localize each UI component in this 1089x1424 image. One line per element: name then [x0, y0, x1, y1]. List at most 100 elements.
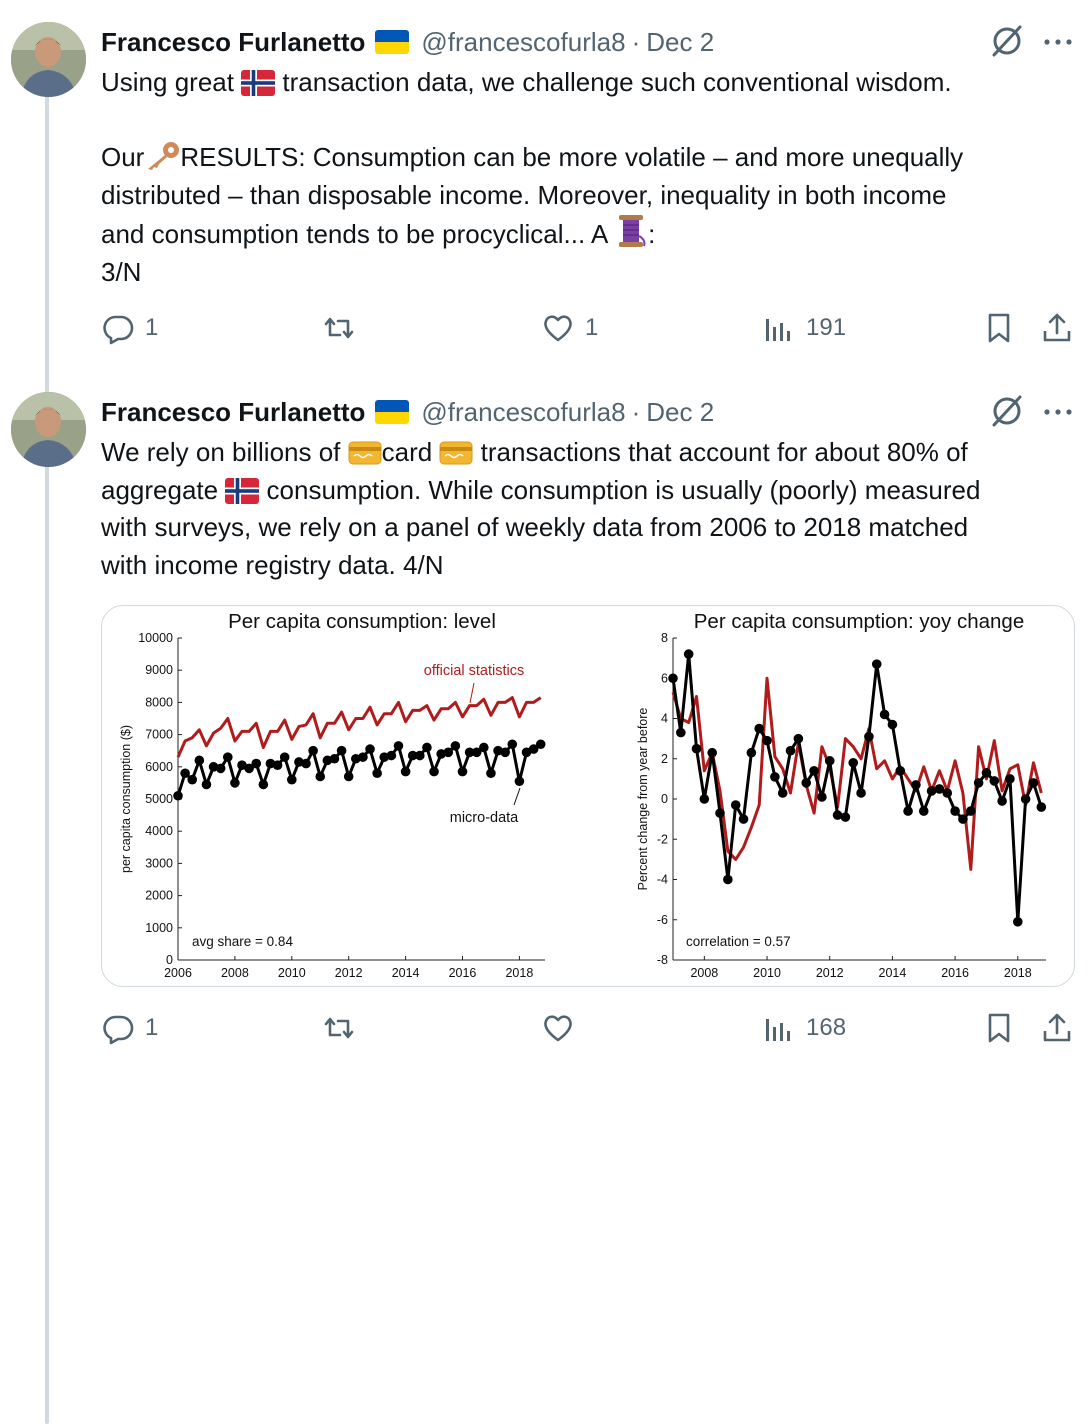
data-point: [180, 768, 190, 779]
reply-count: 1: [145, 1014, 159, 1041]
views-button[interactable]: 168: [762, 1008, 846, 1048]
data-point: [864, 731, 874, 742]
author-handle[interactable]: @francescofurla8: [421, 397, 625, 428]
data-point: [450, 741, 461, 751]
data-point: [187, 774, 198, 785]
data-point: [251, 758, 262, 769]
action-bar: 1 168: [0, 1008, 1089, 1048]
data-point: [871, 659, 882, 669]
data-point: [443, 747, 454, 758]
text-line: 3/N: [101, 256, 142, 287]
more-icon[interactable]: [1040, 394, 1076, 430]
data-point: [336, 745, 347, 756]
data-point: [754, 723, 764, 734]
data-point: [730, 800, 741, 810]
data-point: [911, 780, 921, 790]
views-icon: [766, 1019, 790, 1041]
text-line: Our: [101, 142, 145, 172]
data-point: [372, 768, 382, 779]
x-tick-label: 2014: [879, 966, 907, 980]
bookmark-button[interactable]: [982, 1008, 1016, 1048]
y-tick-label: 8: [661, 631, 668, 645]
y-tick-label: 6: [661, 671, 668, 685]
x-tick-label: 2016: [449, 966, 477, 980]
data-point: [230, 778, 240, 788]
x-tick-label: 2006: [164, 966, 192, 980]
views-button[interactable]: 191: [762, 308, 846, 348]
text-line: and consumption tends to be procyclical.…: [101, 219, 615, 249]
data-point: [258, 779, 269, 790]
data-point: [301, 758, 311, 769]
text-line: aggregate: [101, 474, 226, 505]
data-point: [997, 796, 1007, 806]
share-icon: [1043, 313, 1071, 342]
data-point: [715, 808, 725, 818]
credit-card-emoji: [439, 441, 473, 465]
x-tick-label: 2008: [221, 966, 249, 980]
y-axis-label: Percent change from year before: [636, 708, 650, 891]
tweet-date[interactable]: Dec 2: [646, 397, 714, 428]
like-button[interactable]: 1: [541, 308, 598, 348]
reply-icon: [103, 1015, 134, 1045]
repost-button[interactable]: [322, 1008, 366, 1048]
data-point: [393, 741, 404, 751]
data-point: [723, 874, 733, 885]
data-point: [965, 806, 976, 816]
data-point: [422, 742, 432, 753]
data-point: [279, 752, 290, 762]
view-count: 191: [806, 314, 847, 341]
data-point: [308, 745, 318, 756]
more-icon[interactable]: [1040, 24, 1076, 60]
tweet-media[interactable]: Per capita consumption: level 0 1000 2000 30…: [101, 605, 1075, 987]
author-name[interactable]: Francesco Furlanetto: [101, 27, 365, 58]
author-handle[interactable]: @francescofurla8: [421, 27, 625, 58]
data-point: [457, 766, 468, 777]
text-line: consumption. While consumption is usuall…: [259, 474, 981, 505]
reply-button[interactable]: 1: [101, 1008, 158, 1048]
data-point: [514, 776, 525, 787]
share-button[interactable]: [1040, 1008, 1074, 1048]
x-tick-label: 2014: [392, 966, 420, 980]
bookmark-button[interactable]: [982, 308, 1016, 348]
x-tick-label: 2016: [941, 966, 969, 980]
data-point: [793, 733, 804, 744]
norway-flag: [241, 70, 276, 96]
data-point: [272, 760, 283, 770]
reply-button[interactable]: 1: [101, 308, 158, 348]
y-tick-label: 10000: [138, 631, 173, 645]
chart-title: Per capita consumption: level: [228, 610, 496, 633]
grok-icon[interactable]: [988, 22, 1026, 60]
grok-icon[interactable]: [988, 392, 1026, 430]
y-tick-label: 5000: [145, 792, 173, 806]
avatar[interactable]: [11, 22, 86, 97]
share-button[interactable]: [1040, 308, 1074, 348]
separator: ·: [631, 396, 641, 427]
y-tick-label: 2000: [145, 889, 173, 903]
avatar[interactable]: [11, 392, 86, 467]
data-point: [1020, 794, 1031, 804]
data-point: [386, 750, 397, 761]
data-point: [1005, 774, 1015, 784]
y-tick-label: 0: [166, 953, 173, 967]
text-line: distributed – than disposable income. Mo…: [101, 179, 947, 210]
data-point: [801, 778, 812, 788]
x-tick-label: 2008: [690, 966, 718, 980]
tweet-date[interactable]: Dec 2: [646, 27, 714, 58]
chart-annotation: micro-data: [450, 810, 519, 826]
author-name[interactable]: Francesco Furlanetto: [101, 397, 365, 428]
data-point: [486, 768, 496, 779]
data-point: [1036, 802, 1047, 812]
repost-button[interactable]: [322, 308, 366, 348]
text-line: transaction data, we challenge such conv…: [275, 67, 952, 97]
data-point: [738, 814, 749, 824]
tweet-text: Using great transaction data, we challen…: [101, 64, 1061, 291]
data-point: [848, 757, 859, 768]
data-point: [887, 719, 898, 730]
like-button[interactable]: [541, 1008, 585, 1048]
text-line: RESULTS: Consumption can be more volatil…: [180, 142, 964, 172]
y-tick-label: -8: [657, 953, 668, 967]
y-tick-label: 4: [661, 712, 668, 726]
tweet-3[interactable]: Francesco Furlanetto @francescofurla8 · …: [0, 0, 1089, 370]
x-tick-label: 2010: [278, 966, 306, 980]
tweet-text: We rely on billions of card transactions…: [101, 434, 1061, 584]
